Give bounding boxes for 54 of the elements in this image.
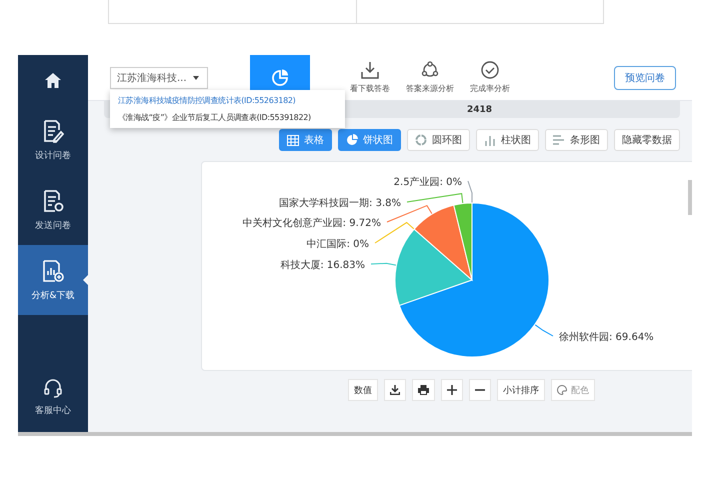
survey-select[interactable]: 江苏淮海科技... bbox=[110, 66, 208, 88]
pie-icon bbox=[346, 134, 358, 146]
headset-icon bbox=[43, 378, 63, 398]
chart-type-button[interactable]: 条形图 bbox=[545, 129, 608, 151]
tab[interactable]: 完成率分析 bbox=[460, 55, 520, 100]
plus-icon bbox=[447, 385, 457, 395]
chart-tool-button[interactable]: 小计排序 bbox=[497, 379, 545, 401]
chart-type-button[interactable]: 隐藏零数据 bbox=[614, 129, 680, 151]
pie-chart-icon bbox=[271, 68, 289, 86]
chart-tool-button[interactable] bbox=[412, 379, 435, 401]
horizontal-scrollbar[interactable] bbox=[18, 432, 692, 436]
bar-chart-icon bbox=[553, 134, 565, 146]
printer-icon bbox=[418, 385, 429, 395]
sidebar-item[interactable]: 客服中心 bbox=[18, 362, 88, 432]
tab[interactable]: 答案来源分析 bbox=[400, 55, 460, 100]
sidebar-label: 发送问卷 bbox=[35, 220, 71, 232]
slice-label: 2.5产业园: 0% bbox=[394, 177, 462, 188]
sidebar-label: 分析&下载 bbox=[31, 290, 75, 302]
table-icon bbox=[287, 134, 299, 146]
sidebar-label: 客服中心 bbox=[35, 404, 71, 416]
download-icon bbox=[361, 61, 379, 79]
home-icon bbox=[44, 72, 62, 88]
document-pen-icon bbox=[42, 118, 64, 142]
slice-label: 中关村文化创意产业园: 9.72% bbox=[242, 218, 381, 229]
chart-type-button[interactable]: 柱状图 bbox=[476, 129, 539, 151]
document-gear-icon bbox=[42, 188, 64, 212]
scrollbar-thumb[interactable] bbox=[688, 180, 692, 215]
preview-button[interactable]: 预览问卷 bbox=[614, 66, 676, 90]
chart-tool-button[interactable]: 数值 bbox=[348, 379, 378, 401]
slice-label: 国家大学科技园一期: 3.8% bbox=[279, 198, 401, 209]
sidebar-item[interactable]: 分析&下载 bbox=[18, 245, 88, 315]
sidebar-label: 设计问卷 bbox=[35, 150, 71, 162]
column-chart-icon bbox=[484, 134, 496, 146]
slice-label: 科技大厦: 16.83% bbox=[280, 260, 365, 271]
ring-icon bbox=[415, 134, 427, 146]
share-nodes-icon bbox=[421, 61, 439, 79]
minus-icon bbox=[475, 389, 485, 391]
check-circle-icon bbox=[481, 61, 499, 79]
leader-line bbox=[370, 262, 397, 266]
slice-label: 徐州软件园: 69.64% bbox=[559, 332, 654, 343]
sidebar-item[interactable]: 发送问卷 bbox=[18, 175, 88, 245]
chart-tool-button[interactable] bbox=[441, 379, 463, 401]
chart-tool-button[interactable] bbox=[384, 379, 406, 401]
menu-item[interactable]: 《淮海战“疫”》企业节后复工人员调查表(ID:55391822) bbox=[110, 108, 345, 126]
chart-type-button[interactable]: 圆环图 bbox=[407, 129, 470, 151]
leader-line bbox=[468, 180, 472, 204]
chart-tool-button[interactable] bbox=[469, 379, 491, 401]
chart-document-icon bbox=[41, 258, 65, 282]
download-icon bbox=[390, 385, 400, 395]
leader-line bbox=[534, 324, 554, 336]
response-count: 2418 bbox=[467, 104, 492, 114]
sidebar-item[interactable]: 设计问卷 bbox=[18, 105, 88, 175]
palette-icon bbox=[557, 385, 567, 395]
slice-label: 中汇国际: 0% bbox=[306, 239, 369, 250]
